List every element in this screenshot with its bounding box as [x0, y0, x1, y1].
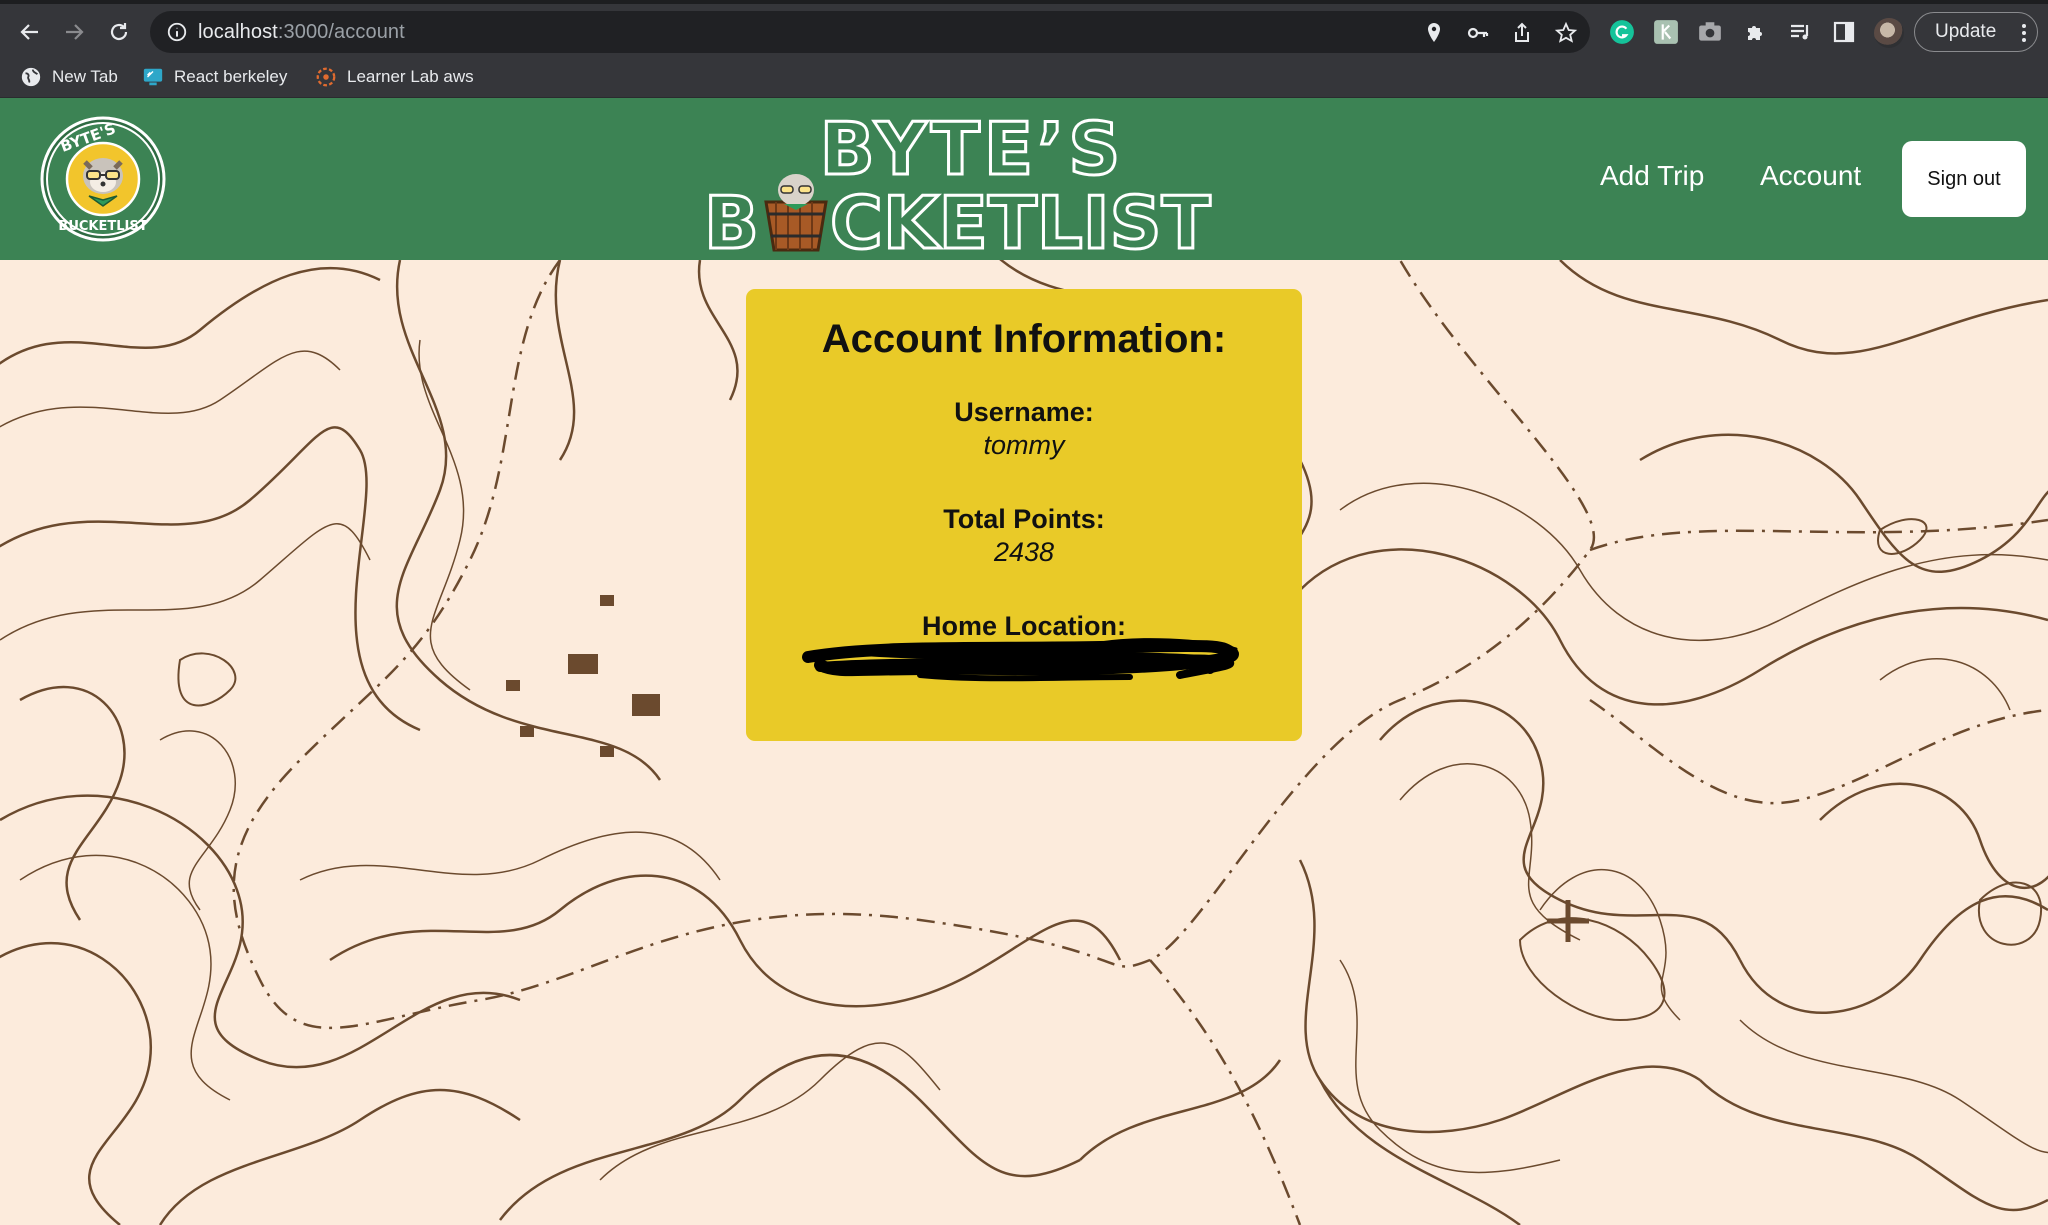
username-label: Username: [954, 397, 1094, 427]
info-icon[interactable] [166, 21, 188, 43]
camera-extension-icon[interactable] [1696, 18, 1724, 46]
sign-out-button[interactable]: Sign out [1902, 141, 2026, 217]
total-points-value: 2438 [993, 537, 1055, 567]
update-label: Update [1935, 21, 1997, 42]
arrow-left-icon [20, 24, 38, 40]
update-button[interactable]: Update [1914, 12, 2038, 52]
total-points-label: Total Points: [943, 504, 1105, 534]
add-trip-link[interactable]: Add Trip [1600, 160, 1704, 192]
bookmark-new-tab[interactable]: New Tab [20, 64, 118, 90]
globe-icon [21, 67, 41, 87]
bookmark-label: New Tab [52, 67, 118, 86]
bookmark-label: React berkeley [174, 67, 288, 86]
url-text: localhost:3000/account [198, 21, 405, 43]
media-queue-icon[interactable] [1786, 18, 1814, 46]
reload-icon [110, 23, 128, 41]
username-value: tommy [983, 430, 1065, 460]
back-button[interactable] [12, 14, 48, 50]
brand-line-1: BYTE’S [820, 107, 1125, 191]
brand-line-2-right: CKETLIST [830, 181, 1211, 254]
key-icon[interactable] [1466, 21, 1490, 45]
hiking-extension-icon[interactable] [1652, 18, 1680, 46]
svg-text:BUCKETLIST: BUCKETLIST [58, 219, 147, 234]
reload-button[interactable] [101, 14, 137, 50]
bookmark-react-berkeley[interactable]: React berkeley [142, 64, 287, 90]
bookmark-learner-lab-aws[interactable]: Learner Lab aws [315, 64, 474, 90]
account-info-title: Account Information: [821, 317, 1227, 361]
forward-button[interactable] [56, 14, 92, 50]
side-panel-icon[interactable] [1830, 18, 1858, 46]
bucket-mascot-icon [764, 174, 828, 252]
more-vert-icon [2022, 24, 2026, 42]
app-header: BYTE'S BUCKETLIST BYTE’S B CKETLIST Add … [0, 98, 2048, 260]
bytes-bucketlist-logo[interactable]: BYTE'S BUCKETLIST [40, 116, 166, 242]
extensions-puzzle-icon[interactable] [1742, 18, 1770, 46]
account-info-card: Account Information: Username: tommy Tot… [746, 289, 1302, 741]
brand-line-2-left: B [704, 181, 759, 254]
account-page: Account Information: Username: tommy Tot… [0, 260, 2048, 1225]
monitor-icon [143, 68, 163, 86]
aws-icon [316, 67, 336, 87]
grammarly-extension-icon[interactable] [1608, 18, 1636, 46]
browser-toolbar: localhost:3000/account Update [0, 0, 2048, 56]
share-icon[interactable] [1510, 21, 1534, 45]
profile-avatar[interactable] [1874, 18, 1904, 48]
bookmark-label: Learner Lab aws [347, 67, 474, 86]
location-pin-icon[interactable] [1422, 21, 1446, 45]
star-icon[interactable] [1554, 21, 1578, 45]
arrow-right-icon [66, 24, 84, 40]
address-bar[interactable]: localhost:3000/account [150, 11, 1590, 53]
bookmarks-bar: New Tab React berkeley Learner Lab aws [0, 56, 2048, 98]
bytes-bucketlist-wordmark: BYTE’S B CKETLIST [703, 106, 1213, 255]
redacted-home-location [802, 638, 1239, 682]
account-link[interactable]: Account [1760, 160, 1861, 192]
